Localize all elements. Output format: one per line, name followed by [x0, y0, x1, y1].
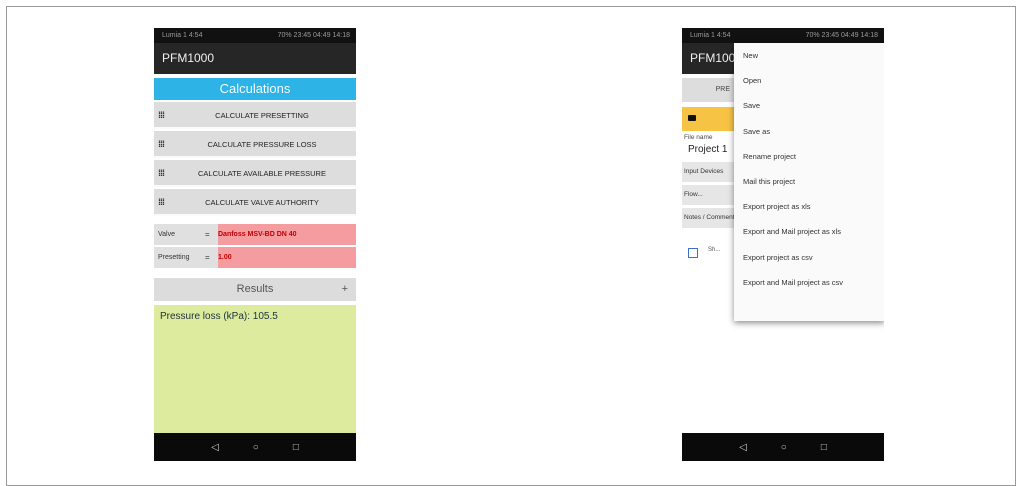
presetting-field[interactable]: Presetting = 1.00: [154, 247, 356, 268]
menu-item-export-csv[interactable]: Export project as csv: [734, 245, 884, 270]
menu-item-export-xls[interactable]: Export project as xls: [734, 194, 884, 219]
menu-item-export-mail-csv[interactable]: Export and Mail project as csv: [734, 270, 884, 295]
checkbox-label: Sh...: [708, 247, 721, 253]
valve-field[interactable]: Valve = Danfoss MSV-BD DN 40: [154, 224, 356, 245]
menu-item-open[interactable]: Open: [734, 68, 884, 93]
home-icon[interactable]: ○: [781, 442, 787, 453]
recent-apps-icon[interactable]: □: [821, 442, 827, 453]
equals-sign: =: [205, 253, 210, 262]
phone-screen-file-menu: Lumia 1 4:54 70% 23:45 04:49 14:18 PFM10…: [682, 28, 884, 461]
button-label: CALCULATE VALVE AUTHORITY: [205, 198, 319, 207]
calculate-valve-authority-button[interactable]: ⁞⁞⁞ CALCULATE VALVE AUTHORITY: [154, 189, 356, 216]
button-label: CALCULATE AVAILABLE PRESSURE: [198, 169, 326, 178]
navigation-bar: ◁ ○ □: [682, 433, 884, 461]
status-left: Lumia 1 4:54: [690, 32, 731, 39]
field-label: Valve: [158, 231, 175, 238]
phone-screen-calculations: Lumia 1 4:54 70% 23:45 04:49 14:18 PFM10…: [154, 28, 356, 461]
menu-item-new[interactable]: New: [734, 43, 884, 68]
calculations-header: Calculations: [154, 78, 356, 100]
field-label: Presetting: [158, 254, 190, 261]
menu-item-mail-project[interactable]: Mail this project: [734, 169, 884, 194]
navigation-bar: ◁ ○ □: [154, 433, 356, 461]
drag-handle-icon[interactable]: ⁞⁞⁞: [158, 189, 165, 216]
calculate-available-pressure-button[interactable]: ⁞⁞⁞ CALCULATE AVAILABLE PRESSURE: [154, 160, 356, 187]
app-title: PFM1000: [154, 43, 356, 74]
status-bar: Lumia 1 4:54 70% 23:45 04:49 14:18: [682, 28, 884, 43]
folder-icon: [688, 115, 696, 121]
status-right: 70% 23:45 04:49 14:18: [277, 32, 350, 39]
back-icon[interactable]: ◁: [211, 442, 219, 453]
recent-apps-icon[interactable]: □: [293, 442, 299, 453]
equals-sign: =: [205, 230, 210, 239]
bg-button-label: PRE: [715, 86, 730, 93]
results-label: Results: [236, 283, 274, 295]
drag-handle-icon[interactable]: ⁞⁞⁞: [158, 160, 165, 187]
menu-item-rename-project[interactable]: Rename project: [734, 144, 884, 169]
button-label: CALCULATE PRESETTING: [215, 111, 309, 120]
menu-item-save-as[interactable]: Save as: [734, 119, 884, 144]
results-panel: Pressure loss (kPa): 105.5: [154, 305, 356, 433]
status-right: 70% 23:45 04:49 14:18: [805, 32, 878, 39]
status-left: Lumia 1 4:54: [162, 32, 203, 39]
button-label: CALCULATE PRESSURE LOSS: [207, 140, 317, 149]
presetting-value[interactable]: 1.00: [218, 247, 356, 268]
menu-item-save[interactable]: Save: [734, 93, 884, 118]
pressure-loss-result: Pressure loss (kPa): 105.5: [160, 311, 278, 322]
overflow-menu: New Open Save Save as Rename project Mai…: [734, 43, 884, 321]
calculate-pressure-loss-button[interactable]: ⁞⁞⁞ CALCULATE PRESSURE LOSS: [154, 131, 356, 158]
status-bar: Lumia 1 4:54 70% 23:45 04:49 14:18: [154, 28, 356, 43]
home-icon[interactable]: ○: [253, 442, 259, 453]
drag-handle-icon[interactable]: ⁞⁞⁞: [158, 102, 165, 129]
checkbox-icon[interactable]: [688, 248, 698, 258]
back-icon[interactable]: ◁: [739, 442, 747, 453]
valve-value[interactable]: Danfoss MSV-BD DN 40: [218, 224, 356, 245]
results-header[interactable]: Results +: [154, 278, 356, 301]
expand-plus-icon[interactable]: +: [342, 278, 348, 301]
calculate-presetting-button[interactable]: ⁞⁞⁞ CALCULATE PRESETTING: [154, 102, 356, 129]
menu-item-export-mail-xls[interactable]: Export and Mail project as xls: [734, 219, 884, 244]
drag-handle-icon[interactable]: ⁞⁞⁞: [158, 131, 165, 158]
